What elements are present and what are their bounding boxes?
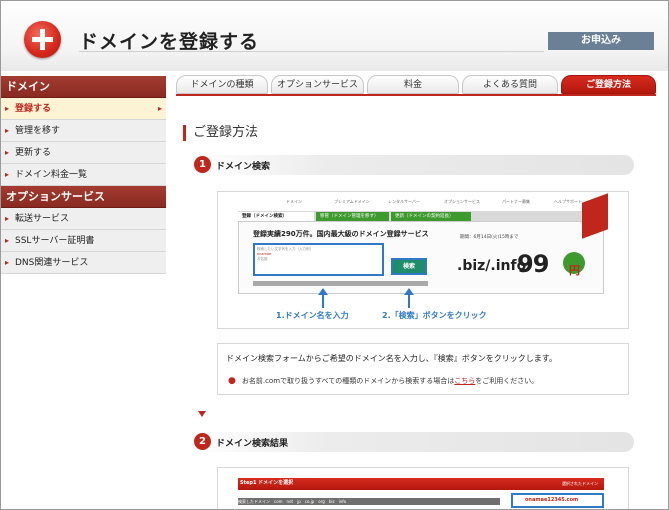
step-2-screenshot-panel: Step1 ドメインを選択 選択されたドメイン 検索したドメイン com net… — [217, 467, 629, 509]
step-2-number: 2 — [194, 433, 211, 450]
step-1-description: ドメイン検索フォームからご希望のドメイン名を入力し、『検索』ボタンをクリックしま… — [217, 343, 629, 395]
sidebar-item-register[interactable]: 登録する — [1, 98, 166, 120]
mock-nav-item: ヘルプサポート — [554, 199, 582, 204]
step-1-header: 1 ドメイン検索 — [194, 155, 634, 175]
mock-nav-item: レンタルサーバー — [388, 199, 420, 204]
mock-search-body: 登録実績290万件。国内最大級のドメイン登録サービス 検索したい文字列を入力（入… — [238, 221, 604, 294]
step-1-label: ドメイン検索 — [216, 162, 271, 172]
sidebar-section-domain: ドメイン — [1, 76, 166, 98]
search-form-screenshot: ドメイン プレミアムドメイン レンタルサーバー オプションサービス パートナー募… — [238, 193, 608, 296]
sidebar-item-forwarding[interactable]: 転送サービス — [1, 208, 166, 230]
sidebar-section-options: オプションサービス — [1, 186, 166, 208]
mock-headline: 登録実績290万件。国内最大級のドメイン登録サービス — [253, 230, 429, 238]
mock2-step-label: Step1 ドメインを選択 — [240, 480, 294, 486]
mock2-selected-domain: onamae12345.com — [511, 493, 604, 508]
step-2-header: 2 ドメイン検索結果 — [194, 432, 634, 452]
mock2-header: Step1 ドメインを選択 選択されたドメイン — [238, 478, 604, 490]
tab-faq[interactable]: よくある質問 — [462, 75, 558, 94]
step-1-note: ● お名前.comで取り扱うすべての種類のドメインから検索する場合はこちらをご利用… — [228, 376, 538, 386]
tab-pricing[interactable]: 料金 — [367, 75, 459, 94]
step-1-screenshot-panel: ドメイン プレミアムドメイン レンタルサーバー オプションサービス パートナー募… — [217, 191, 629, 329]
mock-promo-period: 期間：6月14日(火)15時まで — [460, 235, 519, 240]
mock-url-bar — [253, 281, 428, 286]
mock-tabs: 登録（ドメイン検索） 移管（ドメイン管理を移す） 更新（ドメインの契約延長） — [238, 211, 604, 221]
mock-tab-renew: 更新（ドメインの契約延長） — [391, 212, 471, 221]
arrow-up-icon — [404, 288, 414, 308]
page-header: ドメインを登録する お申込み — [1, 1, 668, 71]
mock-promo-price: 99 — [517, 250, 549, 278]
sidebar: ドメイン 登録する 管理を移す 更新する ドメイン料金一覧 オプションサービス … — [1, 76, 166, 274]
sidebar-item-price-list[interactable]: ドメイン料金一覧 — [1, 164, 166, 186]
mock-nav-item: ドメイン — [286, 199, 302, 204]
mock-nav-item: プレミアムドメイン — [334, 199, 370, 204]
sidebar-item-ssl[interactable]: SSLサーバー証明書 — [1, 230, 166, 252]
apply-button[interactable]: お申込み — [548, 32, 654, 50]
note-link[interactable]: こちら — [454, 377, 475, 385]
mock-search-button: 検索 — [391, 258, 427, 275]
mock2-selected-label: 選択されたドメイン — [562, 481, 598, 486]
step-1-desc-text: ドメイン検索フォームからご希望のドメイン名を入力し、『検索』ボタンをクリックしま… — [226, 354, 557, 363]
sidebar-item-renew[interactable]: 更新する — [1, 142, 166, 164]
step-2-label: ドメイン検索結果 — [216, 439, 289, 449]
browser-frame: ドメインを登録する お申込み ドメイン 登録する 管理を移す 更新する ドメイン… — [0, 0, 669, 510]
mock-nav-item: パートナー募集 — [502, 199, 530, 204]
tab-how-to-register[interactable]: ご登録方法 — [561, 75, 656, 94]
page-title: ドメインを登録する — [79, 31, 260, 53]
sidebar-item-transfer[interactable]: 管理を移す — [1, 120, 166, 142]
mock2-result-row: 検索したドメイン com net jp co.jp org biz info — [238, 498, 500, 505]
section-title: ご登録方法 — [183, 125, 258, 141]
mock-domain-input: 検索したい文字列を入力（入力例） onamae お名前 — [253, 243, 384, 276]
mock-campaign-ribbon — [582, 193, 608, 239]
mock-tab-register: 登録（ドメイン検索） — [238, 212, 314, 221]
mock-input-line: お名前 — [257, 257, 268, 261]
mock-nav-item: オプションサービス — [444, 199, 480, 204]
title-divider — [79, 51, 544, 52]
note-text: をご利用ください。 — [475, 377, 539, 385]
mock-promo-tld: .biz/.info — [457, 258, 527, 274]
tab-underline — [176, 94, 656, 96]
bullet-icon: ● — [228, 376, 236, 386]
mock-nav: ドメイン プレミアムドメイン レンタルサーバー オプションサービス パートナー募… — [238, 198, 604, 206]
step-1-number: 1 — [194, 156, 211, 173]
arrow-up-icon — [318, 288, 328, 308]
tab-option-services[interactable]: オプションサービス — [271, 75, 364, 94]
plus-icon — [24, 21, 61, 58]
caption-enter-domain: 1.ドメイン名を入力 — [276, 311, 349, 320]
tab-domain-types[interactable]: ドメインの種類 — [176, 75, 268, 94]
mock-promo-yen: 円 — [569, 264, 580, 277]
mock-tab-transfer: 移管（ドメイン管理を移す） — [316, 212, 389, 221]
caption-click-search: 2.「検索」ボタンをクリック — [382, 311, 487, 320]
arrow-down-icon — [198, 411, 206, 417]
note-text: お名前.comで取り扱うすべての種類のドメインから検索する場合は — [241, 377, 455, 385]
sidebar-item-dns[interactable]: DNS関連サービス — [1, 252, 166, 274]
